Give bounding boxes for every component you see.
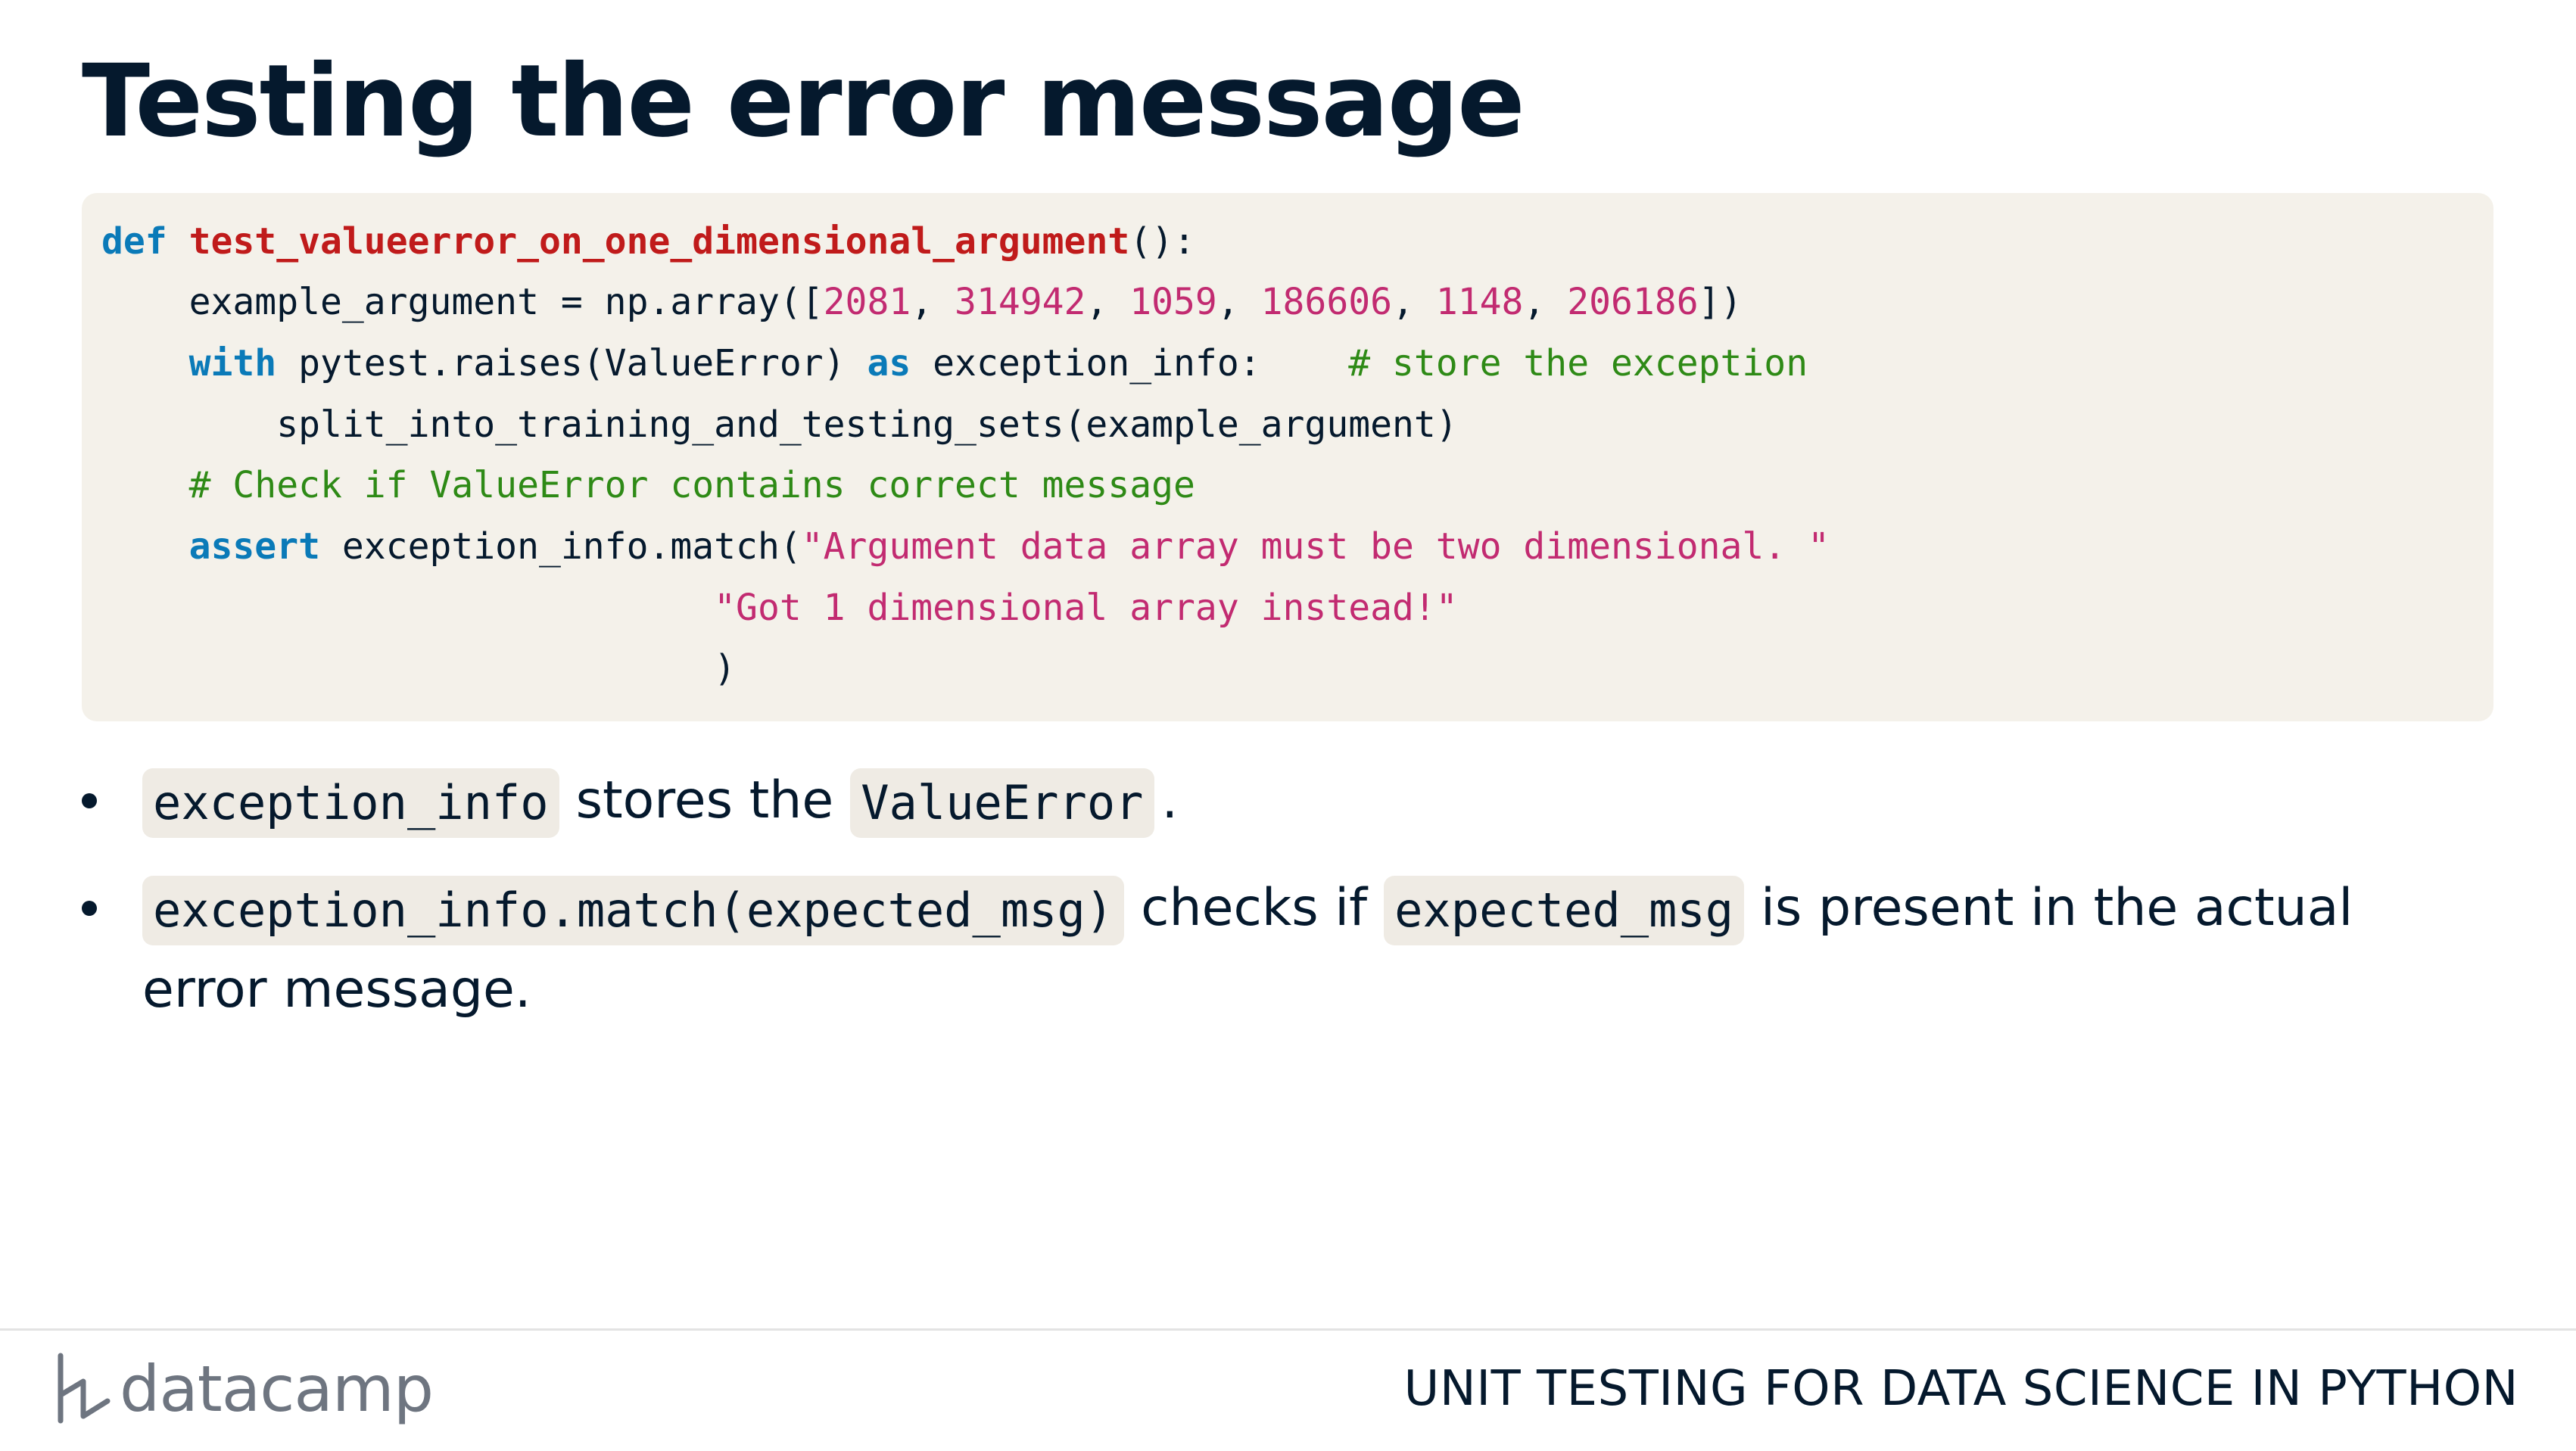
inline-code: exception_info.match(expected_msg): [142, 876, 1125, 946]
code-text: ,: [1392, 281, 1436, 323]
bullet-text: stores the: [575, 771, 834, 830]
code-text: split_into_training_and_testing_sets(exa…: [101, 403, 1458, 446]
bullet-text: is present in the actual: [1761, 878, 2353, 938]
code-number: 186606: [1260, 281, 1393, 323]
bullet-2: exception_info.match(expected_msg) checks…: [142, 867, 2353, 949]
code-keyword: assert: [188, 525, 320, 568]
code-keyword: def: [101, 220, 167, 263]
code-line-5: # Check if ValueError contains correct m…: [101, 462, 1195, 508]
code-text: ): [101, 647, 737, 690]
code-text: pytest.raises(ValueError): [276, 342, 867, 385]
code-number: 2081: [823, 281, 911, 323]
code-comment: # Check if ValueError contains correct m…: [188, 464, 1195, 506]
code-number: 1148: [1435, 281, 1524, 323]
code-line-4: split_into_training_and_testing_sets(exa…: [101, 402, 1458, 447]
inline-code: expected_msg: [1384, 876, 1745, 946]
code-function-name: test_valueerror_on_one_dimensional_argum…: [188, 220, 1130, 263]
code-comment: # store the exception: [1348, 342, 1808, 385]
code-line-3: with pytest.raises(ValueError) as except…: [101, 341, 1808, 386]
code-number: 206186: [1567, 281, 1699, 323]
code-string: "Got 1 dimensional array instead!": [714, 587, 1458, 629]
bullet-dot: [82, 793, 97, 808]
bullet-text: checks if: [1141, 878, 1368, 938]
code-line-8: ): [101, 646, 736, 691]
inline-code: exception_info: [142, 768, 559, 839]
brand-name: datacamp: [120, 1352, 434, 1426]
slide-title: Testing the error message: [82, 43, 1525, 160]
code-text: example_argument = np.array([: [188, 281, 824, 323]
code-block: def test_valueerror_on_one_dimensional_a…: [82, 193, 2493, 721]
code-line-6: assert exception_info.match("Argument da…: [101, 524, 1830, 569]
code-text: exception_info.match(: [319, 525, 802, 568]
code-number: 314942: [955, 281, 1086, 323]
code-text: exception_info:: [911, 342, 1349, 385]
code-keyword: as: [867, 342, 911, 385]
code-text: ,: [911, 281, 955, 323]
footer-divider: [0, 1328, 2576, 1331]
course-title: UNIT TESTING FOR DATA SCIENCE IN PYTHON: [1403, 1361, 2518, 1417]
bullet-2-continuation: error message.: [142, 960, 531, 1020]
code-text: ,: [1086, 281, 1130, 323]
inline-code: ValueError: [850, 768, 1154, 839]
code-string: "Argument data array must be two dimensi…: [801, 525, 1830, 568]
bullet-dot: [82, 901, 97, 916]
bullet-1: exception_info stores the ValueError.: [142, 760, 1178, 842]
bullet-text: .: [1161, 771, 1179, 830]
code-text: ,: [1216, 281, 1261, 323]
datacamp-logo-icon: [58, 1353, 111, 1424]
code-text: ]): [1698, 281, 1743, 323]
code-text: ():: [1129, 220, 1195, 263]
code-number: 1059: [1129, 281, 1217, 323]
code-keyword: with: [188, 342, 277, 385]
datacamp-logo: datacamp: [53, 1347, 434, 1431]
code-line-7: "Got 1 dimensional array instead!": [101, 585, 1458, 631]
code-line-1: def test_valueerror_on_one_dimensional_a…: [101, 219, 1195, 264]
code-text: ,: [1523, 281, 1568, 323]
code-line-2: example_argument = np.array([2081, 31494…: [101, 279, 1743, 325]
